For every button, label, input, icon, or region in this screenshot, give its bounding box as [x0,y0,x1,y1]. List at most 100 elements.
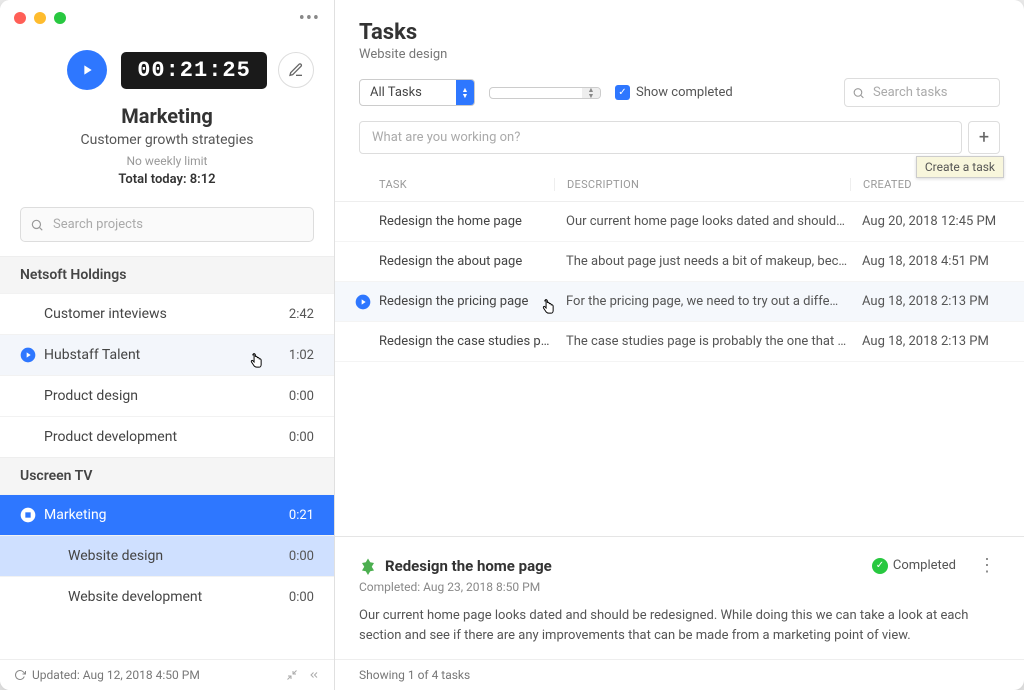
timer-display: 00:21:25 [121,52,267,89]
created-cell: Aug 18, 2018 2:13 PM [850,294,1000,309]
project-description: Customer growth strategies [20,132,314,148]
project-name: Marketing [20,104,314,128]
task-cell: Redesign the case studies pa… [359,334,554,349]
main-footer: Showing 1 of 4 tasks [335,659,1024,690]
secondary-filter-select[interactable]: ▲▼ [489,87,601,99]
project-item-time: 0:00 [289,590,314,605]
project-item-active[interactable]: Marketing 0:21 [0,494,334,535]
created-cell: Aug 20, 2018 12:45 PM [850,214,1000,229]
project-item-label: Hubstaff Talent [44,347,140,363]
created-cell: Aug 18, 2018 4:51 PM [850,254,1000,269]
app-window: ••• 00:21:25 Marketing Customer growth s… [0,0,1024,690]
project-item-label: Marketing [44,507,107,523]
group-header: Netsoft Holdings [0,256,334,293]
sidebar-footer: Updated: Aug 12, 2018 4:50 PM [0,659,334,690]
project-item-time: 1:02 [289,348,314,363]
play-icon [79,62,95,78]
add-task-button[interactable]: + [968,121,1000,154]
window-controls [14,12,66,24]
desc-cell: Our current home page looks dated and sh… [554,214,850,229]
project-item-time: 0:00 [289,389,314,404]
project-item[interactable]: Product design 0:00 [0,375,334,416]
edit-icon [288,62,304,78]
table-row[interactable]: Redesign the about page The about page j… [335,242,1024,282]
desc-cell: The about page just needs a bit of makeu… [554,254,850,269]
titlebar: ••• [0,0,334,36]
edit-button[interactable] [278,52,314,88]
table-row[interactable]: Redesign the home page Our current home … [335,202,1024,242]
group-header: Uscreen TV [0,457,334,494]
created-cell: Aug 18, 2018 2:13 PM [850,334,1000,349]
search-icon [30,218,44,232]
more-menu-icon[interactable]: ••• [299,8,320,29]
project-item[interactable]: Hubstaff Talent 1:02 [0,334,334,375]
task-filter-select[interactable]: All Tasks ▲▼ [359,79,475,106]
collapse-icon[interactable] [308,669,320,681]
project-item-time: 2:42 [289,307,314,322]
project-item-label: Website design [68,548,163,564]
new-task-input[interactable] [359,121,962,154]
table-row[interactable]: Redesign the pricing page For the pricin… [335,282,1024,322]
project-item-time: 0:00 [289,549,314,564]
search-tasks-input[interactable] [844,78,1000,107]
checkbox-checked-icon: ✓ [615,85,630,100]
close-window-button[interactable] [14,12,26,24]
page-title: Tasks [359,20,1000,45]
task-detail-panel: Redesign the home page ✓ Completed ⋮ Com… [335,536,1024,659]
show-completed-label: Show completed [636,85,733,100]
shrink-icon[interactable] [286,669,298,681]
project-item-label: Customer inteviews [44,306,167,322]
project-subitem[interactable]: Website development 0:00 [0,576,334,617]
timer-row: 00:21:25 [0,36,334,100]
play-icon [20,347,36,363]
project-item-label: Website development [68,589,202,605]
main-panel: Tasks Website design All Tasks ▲▼ ▲▼ ✓ S… [335,0,1024,690]
table-row[interactable]: Redesign the case studies pa… The case s… [335,322,1024,362]
project-item[interactable]: Customer inteviews 2:42 [0,293,334,334]
main-header: Tasks Website design [335,0,1024,72]
search-icon [852,86,865,99]
project-item-label: Product development [44,429,177,445]
showing-text: Showing 1 of 4 tasks [359,668,470,682]
project-item-label: Product design [44,388,138,404]
project-item[interactable]: Product development 0:00 [0,416,334,457]
col-desc-header: Description [554,178,850,191]
stop-icon [20,507,36,523]
task-cell: Redesign the about page [359,254,554,269]
search-projects-input[interactable] [20,207,314,242]
col-created-header: Created [850,178,1000,191]
more-icon[interactable]: ⋮ [974,555,1000,576]
detail-header: Redesign the home page ✓ Completed ⋮ [359,555,1000,576]
status-text: Completed [893,558,956,573]
refresh-icon[interactable] [14,669,26,681]
detail-title: Redesign the home page [385,557,552,575]
page-subtitle: Website design [359,47,1000,62]
desc-cell: For the pricing page, we need to try out… [554,294,850,309]
check-icon: ✓ [872,558,888,574]
task-filter-value: All Tasks [370,85,422,100]
new-task-row: + Create a task [335,117,1024,168]
col-task-header: Task [359,178,554,191]
search-tasks [844,78,1000,107]
project-header: Marketing Customer growth strategies No … [0,100,334,201]
chevron-updown-icon: ▲▼ [456,80,474,105]
show-completed-toggle[interactable]: ✓ Show completed [615,85,733,100]
project-item-time: 0:00 [289,430,314,445]
task-cell: Redesign the pricing page [359,294,554,309]
weekly-limit: No weekly limit [20,154,314,168]
total-today: Total today: 8:12 [20,172,314,187]
detail-description: Our current home page looks dated and sh… [359,606,1000,645]
cursor-icon [248,353,264,371]
project-subitem[interactable]: Website design 0:00 [0,535,334,576]
chevron-updown-icon: ▲▼ [582,88,600,98]
maximize-window-button[interactable] [54,12,66,24]
tasks-table: Task Description Created Redesign the ho… [335,168,1024,536]
search-projects [20,207,314,242]
cursor-icon [540,299,556,317]
minimize-window-button[interactable] [34,12,46,24]
create-task-tooltip: Create a task [916,156,1004,178]
detail-completed-date: Completed: Aug 23, 2018 8:50 PM [359,580,1000,594]
project-item-time: 0:21 [289,508,314,523]
filters-row: All Tasks ▲▼ ▲▼ ✓ Show completed [335,72,1024,117]
play-button[interactable] [67,50,107,90]
